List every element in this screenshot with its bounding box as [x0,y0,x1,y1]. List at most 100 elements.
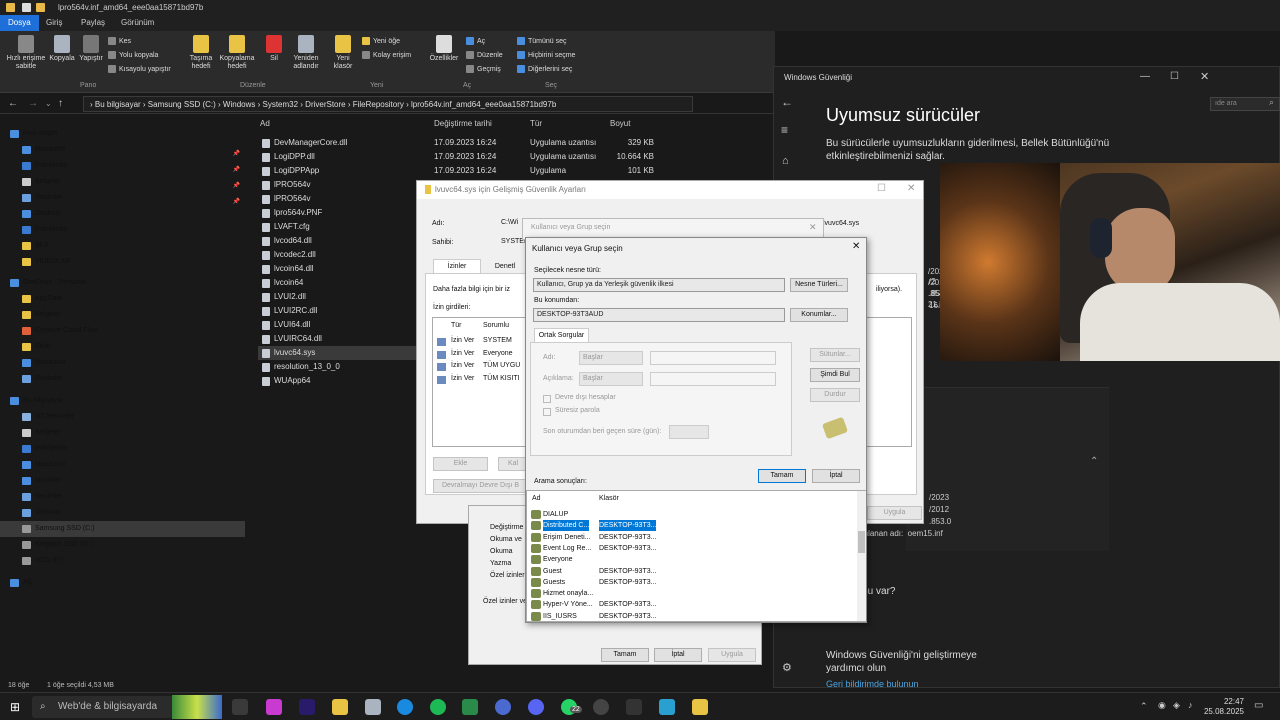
volume-icon[interactable]: ◈ [1173,700,1180,711]
file-row[interactable]: LogiDPPApp 17.09.2023 16:24 Uygulama 101 KB [258,164,668,178]
minimize-icon[interactable]: — [1140,71,1150,82]
sidebar-item[interactable]: Hızlı erişim [0,126,245,142]
move-to-button[interactable]: Taşıma hedefi [185,35,217,71]
tab-audit[interactable]: Denetl [481,260,529,273]
app-icon[interactable] [692,699,708,715]
close-icon[interactable]: ✕ [1200,70,1209,83]
locations-button[interactable]: Konumlar... [790,308,848,322]
tab-file[interactable]: Dosya [0,15,39,31]
sidebar-item[interactable]: Resimler [0,489,245,505]
speaker-icon[interactable]: ♪ [1188,700,1193,710]
select-none-button[interactable]: Hiçbirini seçme [517,51,575,59]
file-explorer-icon[interactable] [332,699,348,715]
sidebar-item[interactable]: AppData [0,291,245,307]
discord-icon[interactable] [528,699,544,715]
sidebar-item[interactable]: Bu bilgisayar [0,393,245,409]
network-icon[interactable]: ◉ [1158,700,1166,711]
edit-button[interactable]: Düzenle [466,51,503,59]
columns-button[interactable]: Sütunlar... [810,348,860,362]
maximize-icon[interactable]: ☐ [877,183,886,194]
cancel-button[interactable]: İptal [812,469,860,483]
column-type[interactable]: Tür [530,119,542,128]
chevron-up-icon[interactable]: ⌃ [1090,456,1098,467]
sidebar-item[interactable]: Belgeler [0,425,245,441]
windows-start-icon[interactable]: ⊞ [10,700,20,714]
days-select[interactable] [669,425,709,439]
sidebar-item[interactable]: İndirilenler [0,441,245,457]
find-now-button[interactable]: Şimdi Bul [810,368,860,382]
feedback-link[interactable]: Geri bildirimde bulunun [826,679,919,688]
tab-permissions[interactable]: İzinler [433,259,481,273]
clock-time[interactable]: 22:47 [1200,697,1244,706]
maximize-icon[interactable]: ☐ [1170,71,1179,82]
sidebar-item[interactable]: Belgeler [0,307,245,323]
cut-button[interactable]: Kes [108,37,131,45]
sidebar-item[interactable]: Videolar [0,505,245,521]
shield-icon[interactable] [626,699,642,715]
ok-button[interactable]: Tamam [758,469,806,483]
result-row[interactable]: Erişim Deneti... DESKTOP-93T3... [531,532,851,543]
sidebar-item[interactable]: Creative Cloud Files [0,323,245,339]
select-all-button[interactable]: Tümünü seç [517,37,567,45]
checkbox-icon[interactable] [22,3,31,12]
easy-access-button[interactable]: Kolay erişim [362,51,411,59]
sidebar-item[interactable]: Masaüstü [0,457,245,473]
new-folder-button[interactable]: Yeni klasör [328,35,358,71]
file-row[interactable]: LogiDPP.dll 17.09.2023 16:24 Uygulama uzan… [258,150,668,164]
column-date[interactable]: Değiştirme tarihi [434,119,492,128]
result-row[interactable]: Guest DESKTOP-93T3... [531,566,851,577]
sidebar-item[interactable]: Samsung SSD (C:) [0,521,245,537]
apply-button[interactable]: Uygula [708,648,756,662]
sidebar-item[interactable]: 3D Nesneler [0,409,245,425]
app-icon[interactable] [462,699,478,715]
close-icon[interactable]: ✕ [809,222,817,233]
object-types-button[interactable]: Nesne Türleri... [790,278,848,292]
tray-chevron-up-icon[interactable]: ⌃ [1140,701,1148,712]
apply-button[interactable]: Uygula [867,506,922,520]
invert-selection-button[interactable]: Diğerlerini seç [517,65,572,73]
sidebar-item[interactable]: Masaüstü 📌 [0,142,245,158]
close-icon[interactable]: ✕ [907,183,915,194]
sidebar-item[interactable]: Ekler [0,339,245,355]
sidebar-item[interactable]: SFX [0,238,245,254]
sidebar-item[interactable]: İndirilenler 📌 [0,158,245,174]
sidebar-item[interactable]: Ağ [0,575,245,591]
description-input[interactable] [650,372,776,386]
description-match-select[interactable]: Başlar [579,372,643,386]
open-button[interactable]: Aç [466,37,485,45]
menu-icon[interactable]: ≡ [781,123,788,137]
paste-shortcut-button[interactable]: Kısayolu yapıştır [108,65,171,73]
sidebar-item[interactable]: Desktop [0,206,245,222]
new-item-button[interactable]: Yeni öğe [362,37,400,45]
edge-icon[interactable] [397,699,413,715]
result-row[interactable]: Everyone [531,554,851,565]
stop-button[interactable]: Durdur [810,388,860,402]
result-row[interactable]: IIS_IUSRS DESKTOP-93T3... [531,611,851,622]
sidebar-item[interactable]: Resimler 📌 [0,190,245,206]
sidebar-item[interactable]: Masaüstü [0,355,245,371]
results-scrollbar[interactable] [857,491,866,621]
clock-date[interactable]: 25.08.2025 [1200,707,1244,716]
result-row[interactable]: Distributed C... DESKTOP-93T3... [531,520,851,532]
sidebar-item[interactable]: Kingston SSD (D:) [0,537,245,553]
close-icon[interactable]: ✕ [852,241,860,252]
delete-button[interactable]: Sil [262,35,286,63]
app-icon[interactable] [495,699,511,715]
sidebar-item[interactable]: HDD (E:) [0,553,245,569]
home-icon[interactable]: ⌂ [782,155,789,167]
forward-arrow-icon[interactable]: → [28,98,38,109]
copy-path-button[interactable]: Yolu kopyala [108,51,158,59]
tab-home[interactable]: Giriş [38,15,70,31]
copilot-icon[interactable] [266,699,282,715]
chevron-down-icon[interactable]: ⌄ [45,99,52,108]
result-row[interactable]: Guests DESKTOP-93T3... [531,577,851,588]
notification-icon[interactable]: ▭ [1254,700,1263,711]
up-arrow-icon[interactable]: ↑ [58,98,63,109]
disable-inheritance-button[interactable]: Devralmayı Devre Dışı B [433,479,528,493]
pin-quick-access-button[interactable]: Hızlı erişime sabitle [4,35,48,71]
premiere-icon[interactable] [299,699,315,715]
history-button[interactable]: Geçmiş [466,65,501,73]
properties-button[interactable]: Özellikler [427,35,461,63]
result-row[interactable]: Event Log Re... DESKTOP-93T3... [531,543,851,554]
paste-button[interactable]: Yapıştır [77,35,105,63]
